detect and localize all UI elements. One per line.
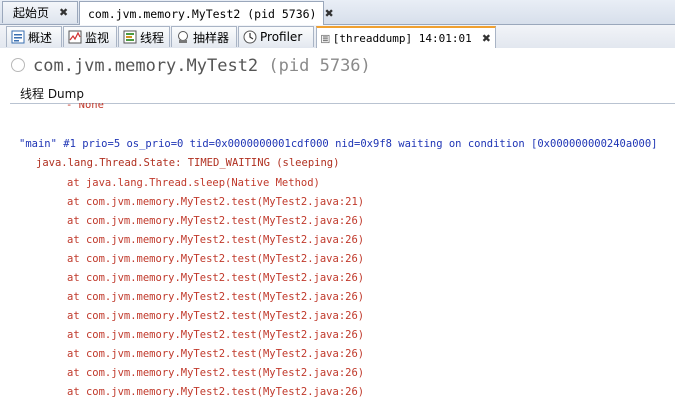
section-title: 线程 Dump: [20, 87, 84, 101]
tab-label: com.jvm.memory.MyTest2 (pid 5736): [88, 6, 317, 21]
threads-icon: [123, 30, 137, 44]
tab-profiler-label: Profiler: [260, 30, 303, 44]
stack-frame-line: at com.jvm.memory.MyTest2.test(MyTest2.j…: [67, 215, 365, 227]
monitor-icon: [68, 30, 82, 44]
stack-frame-line: at com.jvm.memory.MyTest2.test(MyTest2.j…: [67, 348, 365, 360]
stack-frame-line: at com.jvm.memory.MyTest2.test(MyTest2.j…: [67, 310, 365, 322]
thread-dump-text[interactable]: - None "main" #1 prio=5 os_prio=0 tid=0x…: [0, 103, 675, 406]
sampler-icon: [178, 31, 188, 43]
dump-line-partial: - None: [66, 103, 104, 111]
app-name: com.jvm.memory.MyTest2: [33, 56, 259, 76]
tab-sampler-label: 抽样器: [193, 30, 230, 45]
section-header: 线程 Dump: [10, 82, 675, 104]
close-icon[interactable]: ✖: [324, 7, 333, 20]
tab-process[interactable]: com.jvm.memory.MyTest2 (pid 5736) ✖: [79, 1, 334, 25]
tab-profiler[interactable]: Profiler: [238, 26, 314, 47]
process-header: com.jvm.memory.MyTest2 (pid 5736): [0, 48, 675, 84]
tab-monitor[interactable]: 监视: [63, 26, 117, 47]
process-pid: (pid 5736): [268, 56, 371, 76]
threaddump-icon: [321, 34, 330, 43]
stack-frame-line: at java.lang.Thread.sleep(Native Method): [67, 177, 320, 189]
tab-threaddump-label: [threaddump] 14:01:01: [332, 32, 472, 45]
stack-frame-line: at com.jvm.memory.MyTest2.test(MyTest2.j…: [67, 329, 365, 341]
stack-frame-line: at com.jvm.memory.MyTest2.test(MyTest2.j…: [67, 386, 365, 398]
tab-threads[interactable]: 线程: [118, 26, 170, 47]
stack-frame-line: at com.jvm.memory.MyTest2.test(MyTest2.j…: [67, 272, 365, 284]
profiler-icon: [243, 30, 257, 44]
tab-label: 起始页: [13, 6, 50, 20]
tab-start-page[interactable]: 起始页 ✖: [2, 1, 78, 23]
tab-threaddump[interactable]: [threaddump] 14:01:01 ✖: [316, 26, 496, 49]
document-tab-strip: 起始页 ✖ com.jvm.memory.MyTest2 (pid 5736) …: [0, 0, 675, 25]
tab-overview-label: 概述: [28, 30, 53, 45]
tab-sampler[interactable]: 抽样器: [171, 26, 237, 47]
close-icon[interactable]: ✖: [59, 6, 68, 19]
page-title: com.jvm.memory.MyTest2 (pid 5736): [33, 56, 371, 76]
process-status-icon: [11, 58, 25, 72]
stack-frame-line: at com.jvm.memory.MyTest2.test(MyTest2.j…: [67, 253, 365, 265]
thread-state-line: java.lang.Thread.State: TIMED_WAITING (s…: [36, 157, 340, 169]
view-tab-strip: 概述 监视 线程 抽样器 Profiler [threaddump] 14:01…: [0, 25, 675, 49]
stack-frame-line: at com.jvm.memory.MyTest2.test(MyTest2.j…: [67, 367, 365, 379]
stack-frame-line: at com.jvm.memory.MyTest2.test(MyTest2.j…: [67, 291, 365, 303]
overview-icon: [11, 30, 25, 44]
tab-threads-label: 线程: [140, 30, 165, 45]
close-icon[interactable]: ✖: [482, 32, 491, 45]
thread-header-line: "main" #1 prio=5 os_prio=0 tid=0x0000000…: [19, 138, 658, 150]
tab-monitor-label: 监视: [85, 30, 110, 45]
stack-frame-line: at com.jvm.memory.MyTest2.test(MyTest2.j…: [67, 234, 365, 246]
tab-overview[interactable]: 概述: [6, 26, 62, 47]
stack-frame-line: at com.jvm.memory.MyTest2.test(MyTest2.j…: [67, 196, 365, 208]
